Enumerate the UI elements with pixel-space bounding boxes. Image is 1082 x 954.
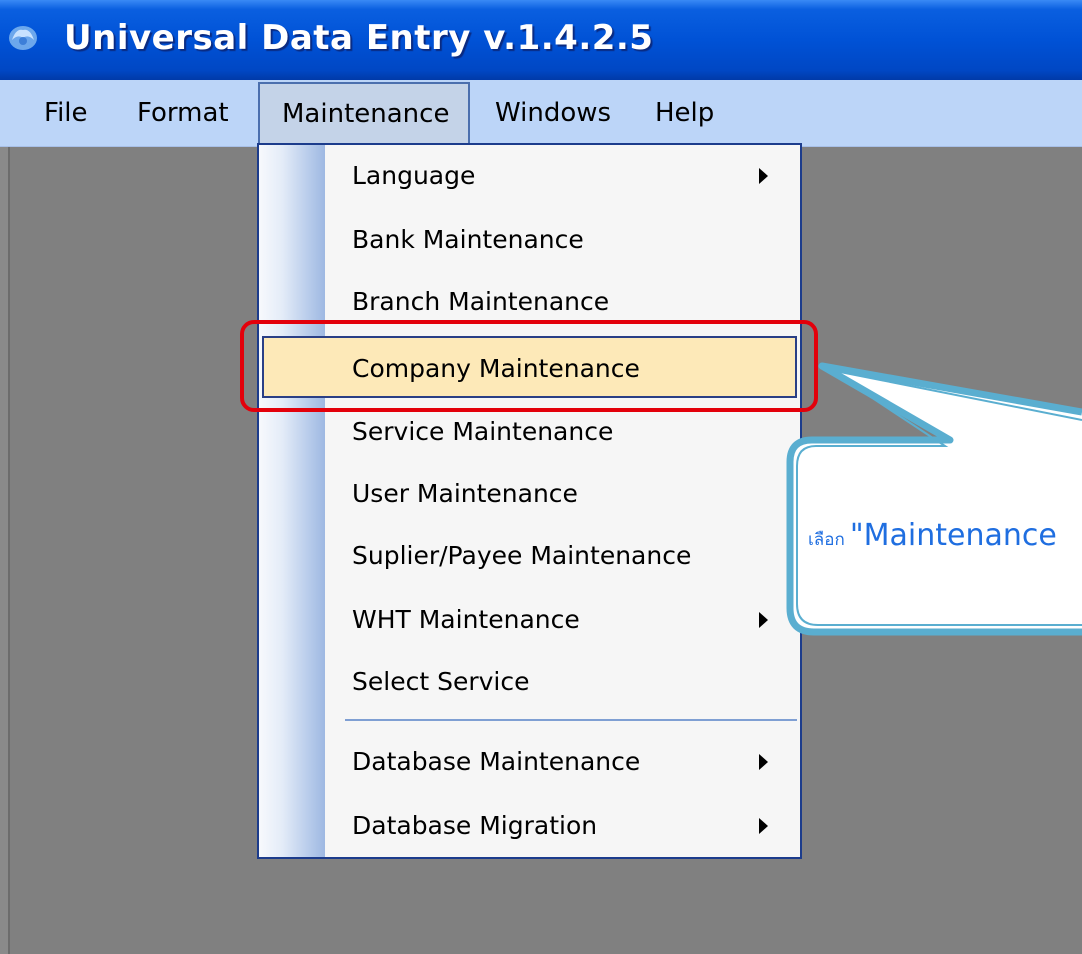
menu-item-label: Language: [352, 161, 476, 190]
submenu-arrow-icon: [759, 612, 768, 628]
menu-item-label: Bank Maintenance: [352, 225, 584, 254]
menu-item-bank-maintenance[interactable]: Bank Maintenance: [259, 209, 800, 271]
menu-file[interactable]: File: [44, 80, 88, 146]
menu-maintenance[interactable]: Maintenance: [258, 82, 470, 144]
menu-help[interactable]: Help: [655, 80, 714, 146]
highlight-annotation-box: [240, 320, 818, 412]
menu-item-label: User Maintenance: [352, 479, 578, 508]
workspace-edge: [0, 147, 10, 954]
menu-item-select-service[interactable]: Select Service: [259, 651, 800, 713]
submenu-arrow-icon: [759, 168, 768, 184]
menu-item-label: WHT Maintenance: [352, 605, 580, 634]
app-window: Universal Data Entry v.1.4.2.5 File Form…: [0, 0, 1082, 954]
menu-item-user-maintenance[interactable]: User Maintenance: [259, 463, 800, 525]
callout-prefix: เลือก: [808, 530, 845, 550]
menu-item-database-migration[interactable]: Database Migration: [259, 795, 800, 857]
menu-item-label: Database Maintenance: [352, 747, 641, 776]
maintenance-dropdown-menu: Language Bank Maintenance Branch Mainten…: [257, 143, 802, 859]
menu-item-supplier-payee-maintenance[interactable]: Suplier/Payee Maintenance: [259, 525, 800, 587]
menu-item-label: Database Migration: [352, 811, 598, 840]
menu-item-language[interactable]: Language: [259, 145, 800, 207]
menu-item-database-maintenance[interactable]: Database Maintenance: [259, 731, 800, 793]
menu-separator: [345, 719, 797, 721]
app-logo-icon: [9, 26, 37, 50]
submenu-arrow-icon: [759, 818, 768, 834]
menu-item-label: Select Service: [352, 667, 530, 696]
title-bar[interactable]: Universal Data Entry v.1.4.2.5: [0, 0, 1082, 80]
menu-bar: File Format Maintenance Windows Help: [0, 80, 1082, 147]
submenu-arrow-icon: [759, 754, 768, 770]
menu-item-wht-maintenance[interactable]: WHT Maintenance: [259, 589, 800, 651]
menu-format[interactable]: Format: [137, 80, 229, 146]
menu-windows[interactable]: Windows: [495, 80, 611, 146]
menu-item-label: Suplier/Payee Maintenance: [352, 541, 692, 570]
callout-main-text: "Maintenance: [849, 518, 1057, 553]
callout-text: เลือก "Maintenance: [808, 518, 1057, 553]
window-title: Universal Data Entry v.1.4.2.5: [64, 18, 654, 58]
